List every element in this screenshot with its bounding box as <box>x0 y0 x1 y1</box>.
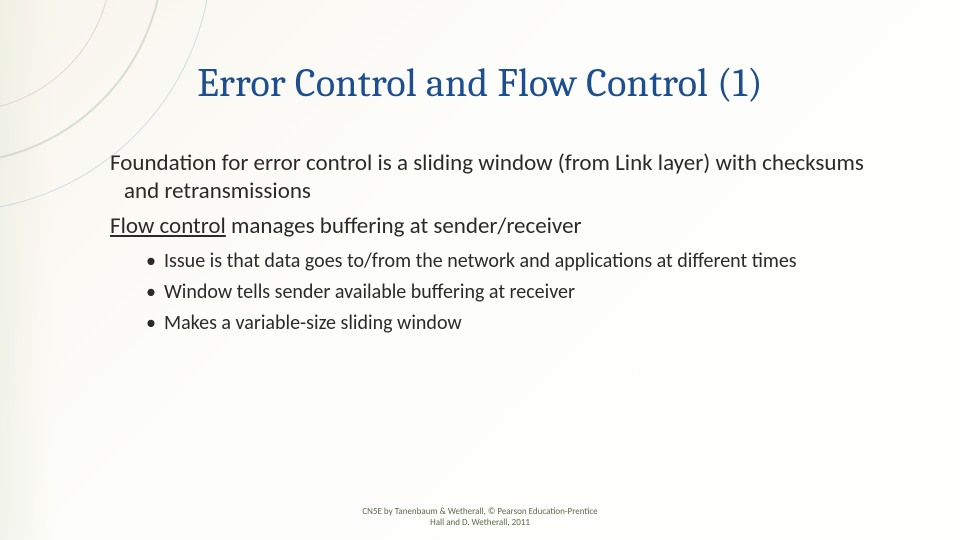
slide: Error Control and Flow Control (1) Found… <box>0 0 960 540</box>
footer-credit: CN5E by Tanenbaum & Wetherall, © Pearson… <box>0 507 960 528</box>
body-paragraph: Foundation for error control is a slidin… <box>110 150 900 205</box>
body-paragraph: Flow control manages buffering at sender… <box>110 213 900 241</box>
body-text: manages buffering at sender/receiver <box>226 212 582 240</box>
footer-line: CN5E by Tanenbaum & Wetherall, © Pearson… <box>362 506 597 517</box>
slide-title: Error Control and Flow Control (1) <box>0 60 960 106</box>
slide-body: Foundation for error control is a slidin… <box>110 150 900 342</box>
list-item: Makes a variable-size sliding window <box>146 311 900 336</box>
list-item: Issue is that data goes to/from the netw… <box>146 249 900 274</box>
footer-line: Hall and D. Wetherall, 2011 <box>430 517 530 528</box>
bullet-list: Issue is that data goes to/from the netw… <box>146 249 900 336</box>
underlined-term: Flow control <box>110 212 226 240</box>
list-item: Window tells sender available buffering … <box>146 280 900 305</box>
